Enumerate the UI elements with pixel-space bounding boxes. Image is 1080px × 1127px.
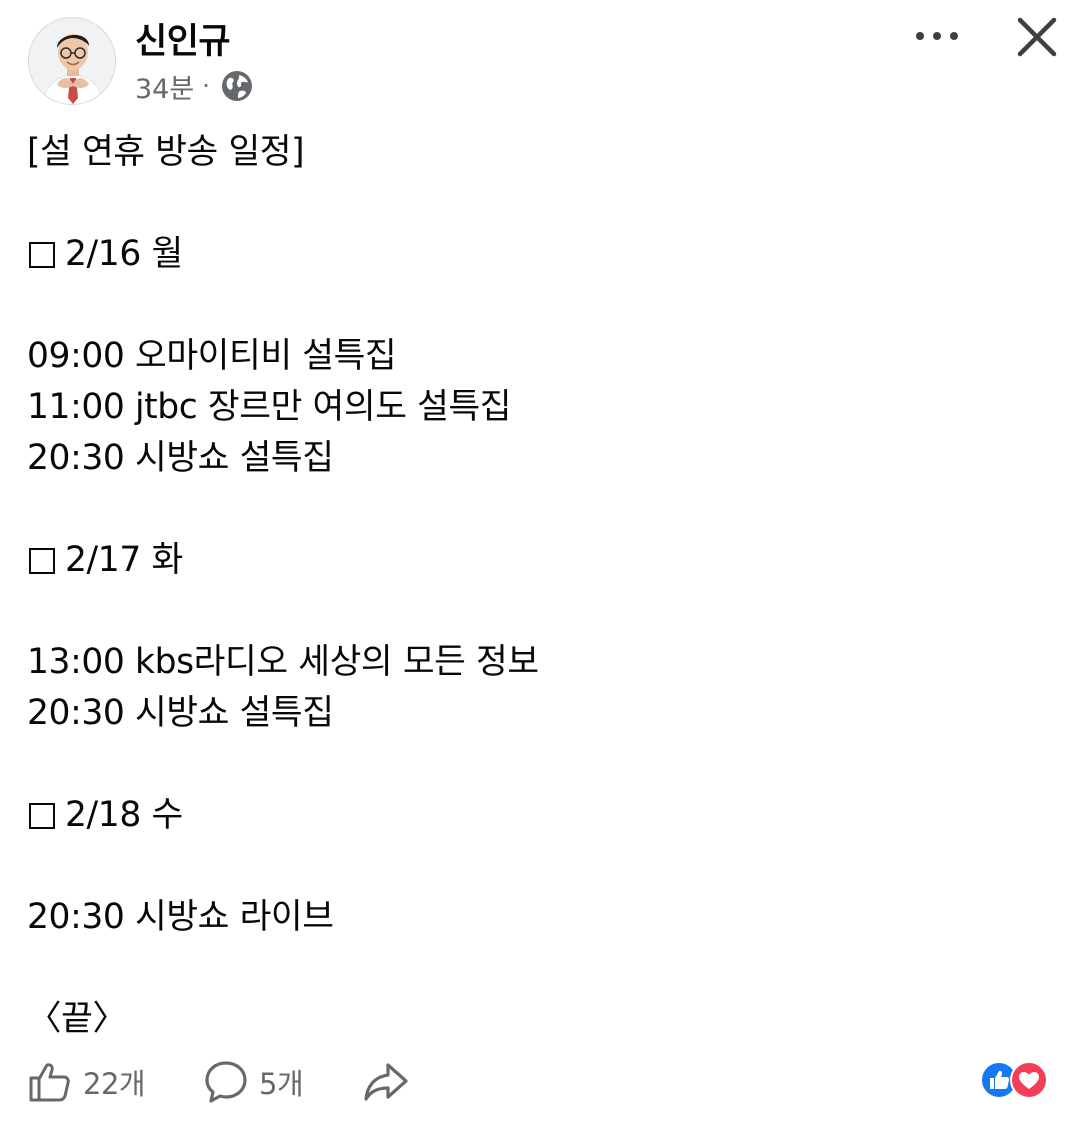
post-title-line: [설 연휴 방송 일정] — [27, 132, 305, 172]
comment-count: 5개 — [259, 1067, 304, 1101]
post-header: 신인규 34분 · — [0, 0, 1080, 115]
more-horizontal-icon — [916, 32, 958, 40]
schedule-line: 11:00 jtbc 장르만 여의도 설특집 — [27, 387, 512, 427]
reaction-summary[interactable] — [980, 1061, 1056, 1101]
like-button[interactable]: 22개 — [27, 1050, 146, 1114]
schedule-line: 09:00 오마이티비 설특집 — [27, 336, 397, 376]
date-heading: 2/17 화 — [65, 540, 183, 580]
post-end-line: 〈끝〉 — [27, 999, 127, 1039]
comment-button[interactable]: 5개 — [203, 1050, 304, 1114]
share-icon — [364, 1063, 408, 1101]
schedule-line: 20:30 시방쇼 설특집 — [27, 693, 334, 733]
checkbox-icon — [29, 242, 55, 268]
checkbox-icon — [29, 803, 55, 829]
date-heading-line: 2/17 화 — [27, 535, 1047, 586]
close-button[interactable] — [1008, 8, 1066, 66]
globe-icon[interactable] — [220, 69, 254, 103]
share-button[interactable] — [362, 1050, 410, 1114]
schedule-line: 20:30 시방쇼 라이브 — [27, 897, 334, 937]
schedule-line: 13:00 kbs라디오 세상의 모든 정보 — [27, 642, 539, 682]
more-options-button[interactable] — [908, 16, 966, 56]
date-heading: 2/18 수 — [65, 795, 183, 835]
date-heading-line: 2/18 수 — [27, 790, 1047, 841]
date-heading-line: 2/16 월 — [27, 229, 1047, 280]
comment-icon — [205, 1061, 247, 1103]
post-timestamp[interactable]: 34분 — [135, 67, 194, 106]
schedule-line: 20:30 시방쇼 설특집 — [27, 438, 334, 478]
post-action-bar: 22개 5개 — [0, 1050, 1080, 1114]
date-heading: 2/16 월 — [65, 234, 183, 274]
author-name[interactable]: 신인규 — [135, 13, 231, 64]
meta-separator: · — [202, 72, 210, 100]
close-icon — [1017, 17, 1057, 57]
checkbox-icon — [29, 548, 55, 574]
post-text: [설 연휴 방송 일정] 2/16 월 09:00 오마이티비 설특집 11:0… — [27, 127, 1047, 1045]
avatar-image — [29, 18, 115, 104]
love-reaction-icon — [1010, 1061, 1048, 1099]
author-avatar[interactable] — [28, 17, 116, 105]
like-count: 22개 — [83, 1067, 146, 1101]
post-meta: 34분 · — [135, 67, 254, 106]
thumbs-up-icon — [29, 1063, 70, 1102]
